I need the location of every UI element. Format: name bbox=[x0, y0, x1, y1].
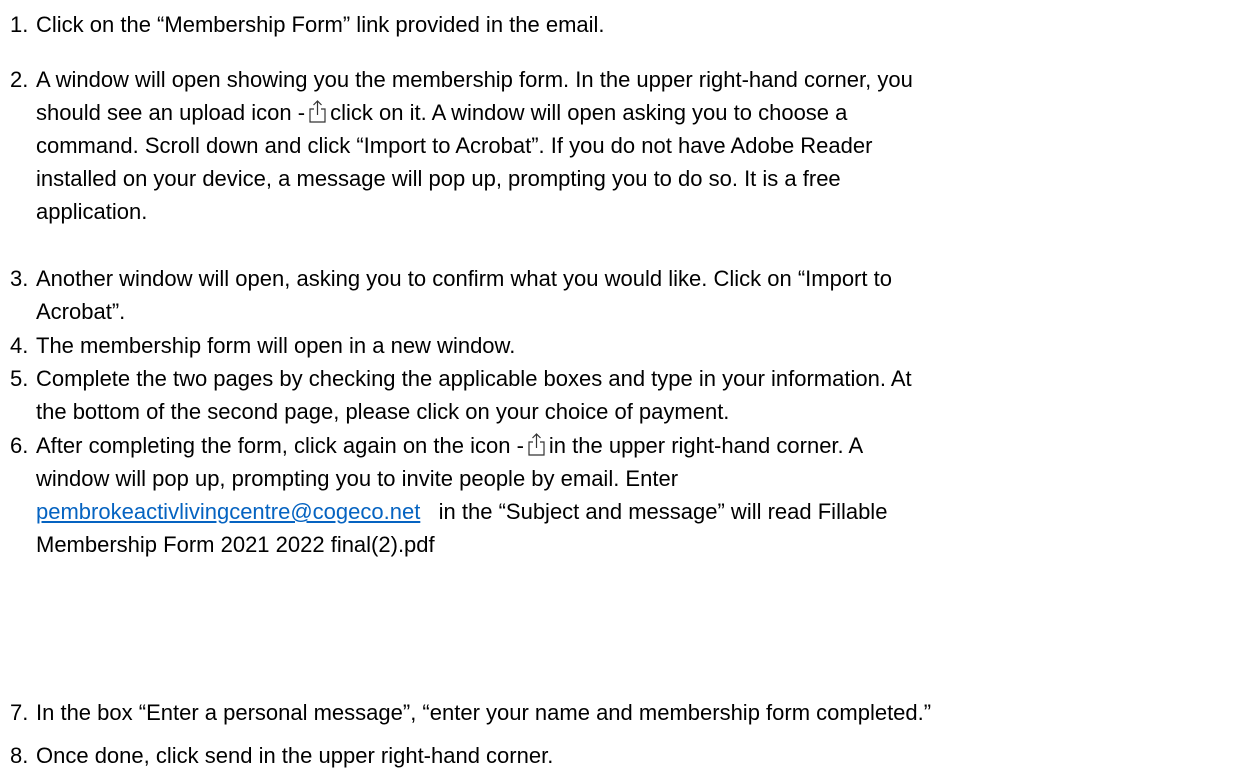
step-5: 5. Complete the two pages by checking the… bbox=[10, 362, 1255, 428]
step-number: 3. bbox=[10, 266, 29, 291]
step-6: 6. After completing the form, click again… bbox=[10, 429, 1255, 561]
step-text-line: window will pop up, prompting you to inv… bbox=[36, 466, 679, 491]
step-text: Click on the “Membership Form” link prov… bbox=[36, 12, 605, 37]
step-number: 7. bbox=[10, 700, 29, 725]
step-number: 4. bbox=[10, 333, 29, 358]
step-number: 8. bbox=[10, 743, 29, 768]
step-text-line: installed on your device, a message will… bbox=[36, 166, 841, 191]
step-text-line: Acrobat”. bbox=[36, 299, 126, 324]
step-8: 8. Once done, click send in the upper rig… bbox=[10, 739, 1255, 772]
step-number: 1. bbox=[10, 12, 29, 37]
step-text-line: application. bbox=[36, 199, 148, 224]
step-4: 4. The membership form will open in a new… bbox=[10, 329, 1255, 362]
step-text: Another window will open, asking you to … bbox=[36, 266, 892, 291]
step-text: in the upper right-hand corner. A bbox=[548, 433, 864, 458]
step-text: click on it. A window will open asking y… bbox=[330, 100, 848, 125]
step-1: 1. Click on the “Membership Form” link pr… bbox=[10, 8, 1255, 41]
upload-icon bbox=[528, 433, 545, 456]
step-text: A window will open showing you the membe… bbox=[36, 67, 913, 92]
instructions-document: 1. Click on the “Membership Form” link pr… bbox=[0, 0, 1259, 775]
step-text-line: should see an upload icon - click on it. … bbox=[10, 96, 1255, 129]
step-text-line: pembrokeactivlivingcentre@cogeco.net in … bbox=[10, 495, 1255, 528]
step-2: 2. A window will open showing you the mem… bbox=[10, 63, 1255, 228]
step-3: 3. Another window will open, asking you t… bbox=[10, 262, 1255, 328]
step-number: 2. bbox=[10, 67, 29, 92]
email-link[interactable]: pembrokeactivlivingcentre@cogeco.net bbox=[36, 499, 420, 524]
step-text: Complete the two pages by checking the a… bbox=[36, 366, 912, 391]
step-text: in the “Subject and message” will read F… bbox=[438, 499, 888, 524]
step-text-line: the bottom of the second page, please cl… bbox=[36, 399, 730, 424]
step-text: Once done, click send in the upper right… bbox=[36, 743, 554, 768]
upload-icon bbox=[309, 100, 326, 123]
step-text: After completing the form, click again o… bbox=[36, 433, 524, 458]
step-text: should see an upload icon - bbox=[36, 100, 306, 125]
step-text: In the box “Enter a personal message”, “… bbox=[36, 700, 932, 725]
step-text-line: Membership Form 2021 2022 final(2).pdf bbox=[36, 532, 435, 557]
step-text: The membership form will open in a new w… bbox=[36, 333, 516, 358]
step-7: 7. In the box “Enter a personal message”,… bbox=[10, 696, 1255, 729]
step-text-line: command. Scroll down and click “Import t… bbox=[36, 133, 873, 158]
step-number: 6. bbox=[10, 433, 29, 458]
step-number: 5. bbox=[10, 366, 29, 391]
